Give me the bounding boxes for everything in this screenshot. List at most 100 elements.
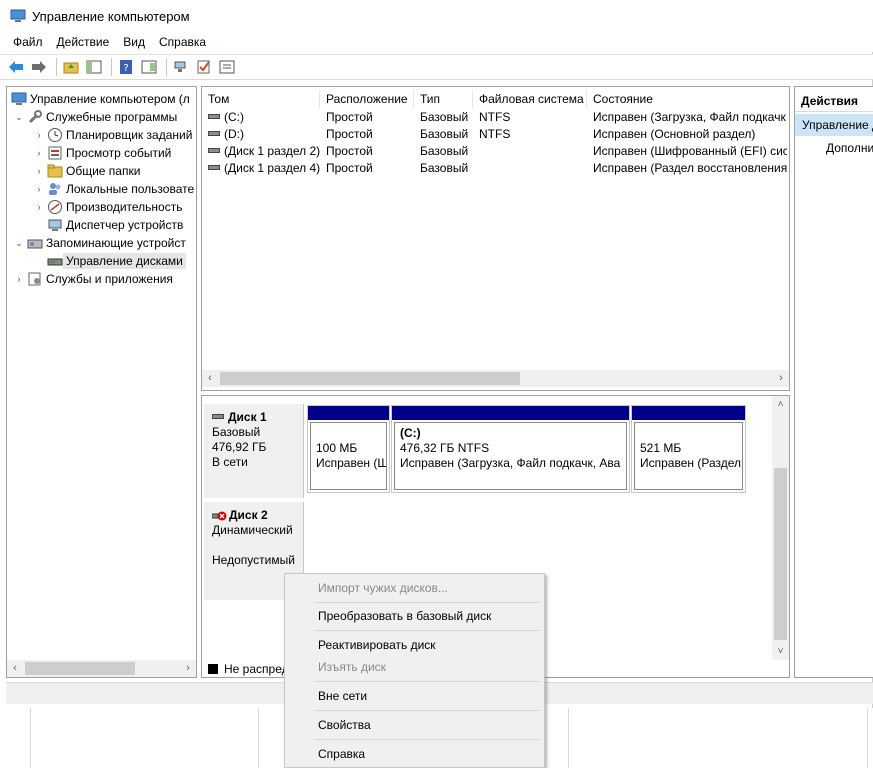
table-row[interactable]: (Диск 1 раздел 4) Простой Базовый Исправ… — [202, 160, 787, 177]
toolbar-separator — [166, 58, 167, 76]
menu-separator — [314, 681, 540, 682]
tree-item-local-users[interactable]: › Локальные пользовате — [33, 180, 195, 198]
partition-c[interactable]: (C:) 476,32 ГБ NTFS Исправен (Загрузка, … — [391, 405, 630, 493]
menu-view[interactable]: Вид — [116, 35, 152, 49]
menu-item-reactivate[interactable]: Реактивировать диск — [285, 634, 544, 656]
volume-list-horizontal-scrollbar[interactable]: ‹ › — [202, 370, 789, 387]
tree-item-task-scheduler[interactable]: › Планировщик заданий — [33, 126, 192, 144]
window-title: Управление компьютером — [32, 8, 190, 24]
properties-icon[interactable] — [217, 57, 237, 77]
menu-item-import-foreign: Импорт чужих дисков... — [318, 581, 448, 595]
computer-management-icon — [10, 9, 26, 22]
partition-recovery[interactable]: 521 МБ Исправен (Раздел — [631, 405, 746, 493]
menu-item-convert-basic[interactable]: Преобразовать в базовый диск — [285, 605, 544, 627]
tree-item-disk-management[interactable]: Управление дисками — [33, 252, 186, 270]
help-icon[interactable]: ? — [116, 57, 136, 77]
chevron-right-icon[interactable]: › — [33, 202, 45, 212]
check-icon[interactable] — [194, 57, 214, 77]
device-manager-icon — [48, 219, 62, 231]
tree-item-event-viewer[interactable]: › Просмотр событий — [33, 144, 172, 162]
menu-help[interactable]: Справка — [152, 35, 213, 49]
menu-item-remove-disk: Изъять диск — [318, 660, 386, 674]
menu-action[interactable]: Действие — [50, 35, 117, 49]
tree-root[interactable]: Управление компьютером (л — [9, 90, 190, 108]
table-row[interactable]: (Диск 1 раздел 2) Простой Базовый Исправ… — [202, 143, 787, 160]
chevron-right-icon[interactable]: › — [33, 148, 45, 158]
volume-list[interactable]: Том Расположение Тип Файловая система Со… — [201, 86, 790, 391]
tree-item-device-manager[interactable]: Диспетчер устройств — [33, 216, 183, 234]
disk-map-vertical-scrollbar[interactable]: ˄ ˅ — [772, 396, 789, 660]
toolbar: ? — [0, 54, 873, 80]
toolbar-separator — [56, 58, 57, 76]
scroll-right-icon[interactable]: › — [773, 370, 789, 387]
back-arrow-icon[interactable] — [6, 57, 26, 77]
chevron-right-icon[interactable]: › — [33, 166, 45, 176]
menu-item-properties[interactable]: Свойства — [285, 714, 544, 736]
legend-unallocated-swatch — [208, 664, 218, 674]
chevron-right-icon[interactable]: › — [33, 184, 45, 194]
volume-icon — [208, 131, 220, 137]
menu-bar: Файл Действие Вид Справка — [0, 32, 873, 52]
services-icon — [28, 272, 41, 286]
tree-item-services-apps[interactable]: › Службы и приложения — [13, 270, 173, 288]
tree-horizontal-scrollbar[interactable]: ‹ › — [7, 660, 196, 677]
performance-icon — [48, 200, 62, 214]
column-header-volume[interactable]: Том — [202, 90, 320, 108]
event-viewer-icon — [48, 146, 62, 160]
scrollbar-thumb[interactable] — [774, 468, 787, 640]
menu-item-offline[interactable]: Вне сети — [285, 685, 544, 707]
column-header-layout[interactable]: Расположение — [320, 90, 414, 108]
scroll-up-icon[interactable]: ˄ — [772, 396, 789, 413]
users-icon — [49, 183, 61, 195]
chevron-right-icon[interactable]: › — [13, 274, 25, 284]
chevron-right-icon[interactable]: › — [33, 130, 45, 140]
show-hide-tree-icon[interactable] — [84, 57, 104, 77]
partition-efi[interactable]: 100 МБ Исправен (Ш — [307, 405, 390, 493]
title-bar[interactable]: Управление компьютером — [0, 0, 873, 32]
menu-file[interactable]: Файл — [0, 35, 50, 49]
connect-icon[interactable] — [171, 57, 191, 77]
actions-more[interactable]: Дополни — [826, 139, 873, 157]
scrollbar-thumb[interactable] — [220, 372, 520, 385]
partition-bar — [632, 406, 745, 420]
scroll-down-icon[interactable]: ˅ — [772, 643, 789, 660]
menu-separator — [314, 739, 540, 740]
tree-item-performance[interactable]: › Производительность — [33, 198, 182, 216]
computer-management-icon — [11, 92, 27, 105]
navigation-tree[interactable]: Управление компьютером (л ⌄ Служебные пр… — [6, 86, 197, 678]
shared-folder-icon — [47, 164, 63, 178]
scroll-left-icon[interactable]: ‹ — [7, 660, 23, 677]
tools-icon — [28, 110, 42, 124]
column-header-filesystem[interactable]: Файловая система — [473, 90, 587, 108]
table-row[interactable]: (C:) Простой Базовый NTFS Исправен (Загр… — [202, 109, 787, 126]
tree-item-shared-folders[interactable]: › Общие папки — [33, 162, 141, 180]
volume-icon — [208, 165, 220, 171]
table-row[interactable]: (D:) Простой Базовый NTFS Исправен (Осно… — [202, 126, 787, 143]
tree-item-storage[interactable]: ⌄ Запоминающие устройст — [13, 234, 186, 252]
chevron-down-icon[interactable]: ⌄ — [13, 238, 25, 249]
menu-separator — [314, 602, 540, 603]
tree-root-label: Управление компьютером (л — [30, 92, 190, 106]
up-folder-icon[interactable] — [61, 57, 81, 77]
disk-icon — [212, 414, 224, 420]
volume-list-header: Том Расположение Тип Файловая система Со… — [202, 90, 789, 108]
tree-item-system-tools[interactable]: ⌄ Служебные программы — [13, 108, 177, 126]
scrollbar-thumb[interactable] — [25, 662, 135, 675]
legend: Не распред — [208, 662, 289, 676]
column-header-status[interactable]: Состояние — [587, 90, 789, 108]
toolbar-separator — [111, 58, 112, 76]
menu-item-help[interactable]: Справка — [285, 743, 544, 765]
scroll-right-icon[interactable]: › — [180, 660, 196, 677]
context-menu: Импорт чужих дисков... Преобразовать в б… — [284, 573, 545, 768]
disk-1-label[interactable]: Диск 1 Базовый 476,92 ГБ В сети — [204, 404, 304, 498]
scroll-left-icon[interactable]: ‹ — [202, 370, 218, 387]
chevron-down-icon[interactable]: ⌄ — [13, 112, 25, 123]
volume-icon — [208, 114, 220, 120]
actions-pane: Действия Управление д Дополни — [794, 86, 873, 678]
storage-icon — [27, 239, 43, 249]
forward-arrow-icon[interactable] — [29, 57, 49, 77]
console-view-icon[interactable] — [139, 57, 159, 77]
volume-icon — [208, 148, 220, 154]
actions-disk-management[interactable]: Управление д — [795, 114, 873, 136]
column-header-type[interactable]: Тип — [414, 90, 473, 108]
